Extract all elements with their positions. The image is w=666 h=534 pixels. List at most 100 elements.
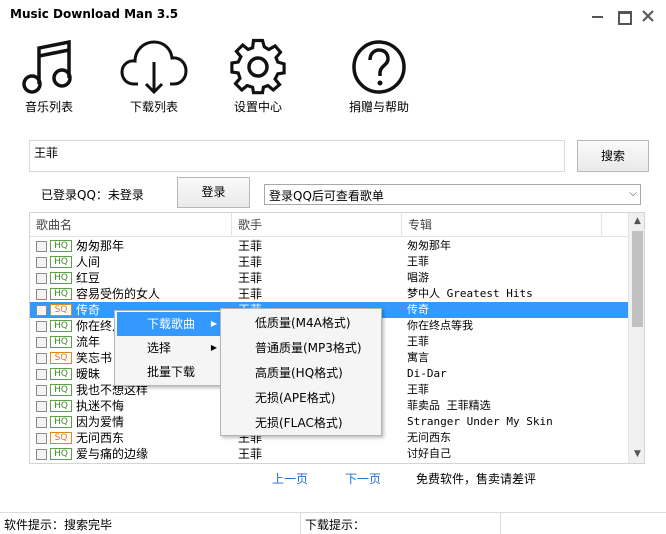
album-name: 你在终点等我 — [407, 319, 473, 332]
list-header: 歌曲名 歌手 专辑 — [30, 213, 628, 237]
album-name: 讨好自己 — [407, 447, 451, 460]
settings-label: 设置中心 — [233, 100, 282, 114]
scroll-down-icon[interactable]: ▼ — [629, 446, 644, 463]
help-label: 捐赠与帮助 — [348, 100, 409, 114]
song-name: 无问西东 — [76, 431, 125, 445]
menu-item-select[interactable]: 选择 ▶ — [117, 336, 225, 360]
download-status: 下载提示： — [305, 518, 366, 532]
row-checkbox[interactable] — [36, 305, 47, 316]
row-checkbox[interactable] — [36, 401, 47, 412]
table-row[interactable]: HQ 人间 王菲 王菲 — [30, 254, 628, 270]
prev-page-link[interactable]: 上一页 — [272, 470, 308, 487]
artist-name: 王菲 — [238, 462, 398, 463]
menu-item-label: 选择 — [147, 341, 172, 355]
song-name: 红豆 — [76, 271, 101, 285]
album-name: 王菲 — [407, 335, 429, 348]
album-name: 寓言 — [407, 351, 429, 364]
search-input[interactable]: 王菲 — [29, 140, 565, 172]
maximize-button[interactable] — [614, 6, 634, 26]
help-button[interactable]: 捐赠与帮助 — [346, 38, 412, 115]
quality-badge: HQ — [50, 384, 72, 396]
album-name: Di-Dar — [407, 367, 447, 380]
artist-name: 王菲 — [238, 255, 263, 269]
download-list-button[interactable]: 下载列表 — [118, 38, 190, 115]
status-divider — [300, 513, 301, 534]
table-row[interactable]: HQ 爱与痛的边缘 王菲 讨好自己 — [30, 446, 628, 462]
row-checkbox[interactable] — [36, 385, 47, 396]
album-name: Stranger Under My Skin — [407, 415, 553, 428]
submenu-item-mp3[interactable]: 普通质量(MP3格式) — [223, 336, 379, 360]
artist-name: 王菲 — [238, 271, 263, 285]
row-checkbox[interactable] — [36, 353, 47, 364]
quality-badge: HQ — [50, 240, 72, 252]
quality-badge: HQ — [50, 400, 72, 412]
column-header-song[interactable]: 歌曲名 — [30, 213, 232, 237]
album-name: 菲卖品 王菲精选 — [407, 399, 491, 412]
row-checkbox[interactable] — [36, 417, 47, 428]
minimize-button[interactable] — [588, 6, 608, 26]
menu-item-batch-download[interactable]: 批量下载 — [117, 360, 225, 384]
quality-badge: SQ — [50, 304, 72, 316]
row-checkbox[interactable] — [36, 449, 47, 460]
submenu-arrow-icon: ▶ — [210, 343, 217, 352]
artist-name: 王菲 — [238, 239, 263, 253]
music-list-label: 音乐列表 — [24, 100, 73, 114]
next-page-link[interactable]: 下一页 — [345, 470, 381, 487]
song-name: 因为爱情 — [76, 415, 125, 429]
quality-badge: HQ — [50, 336, 72, 348]
column-header-album[interactable]: 专辑 — [402, 213, 602, 237]
chevron-down-icon: ⌵ — [629, 188, 637, 199]
row-checkbox[interactable] — [36, 289, 47, 300]
playlist-select[interactable]: 登录QQ后可查看歌单 ⌵ — [264, 184, 641, 205]
free-software-note: 免费软件，售卖请差评 — [416, 472, 537, 486]
column-header-artist[interactable]: 歌手 — [232, 213, 402, 237]
quality-badge: HQ — [50, 256, 72, 268]
cloud-download-icon — [120, 40, 188, 95]
login-button[interactable]: 登录 — [177, 177, 250, 208]
music-list-button[interactable]: 音乐列表 — [20, 38, 78, 115]
table-row[interactable]: HQ 匆匆那年 王菲 匆匆那年 — [30, 238, 628, 254]
question-icon — [352, 40, 406, 94]
submenu-item-m4a[interactable]: 低质量(M4A格式) — [223, 311, 379, 335]
artist-name: 王菲 — [238, 287, 263, 301]
submenu-item-flac[interactable]: 无损(FLAC格式) — [223, 411, 379, 435]
album-name: 唱游 — [407, 271, 429, 284]
album-name: 匆匆那年 — [407, 239, 451, 252]
software-status: 软件提示：搜索完毕 — [4, 518, 113, 532]
close-button[interactable] — [638, 6, 658, 26]
menu-item-download-song[interactable]: 下载歌曲 ▶ — [117, 312, 225, 336]
row-checkbox[interactable] — [36, 337, 47, 348]
scroll-up-icon[interactable]: ▲ — [629, 213, 644, 230]
submenu-item-hq[interactable]: 高质量(HQ格式) — [223, 361, 379, 385]
menu-item-label: 下载歌曲 — [147, 317, 196, 331]
submenu-item-ape[interactable]: 无损(APE格式) — [223, 386, 379, 410]
table-row[interactable]: HQ 容易受伤的女人 王菲 梦中人 Greatest Hits — [30, 286, 628, 302]
row-checkbox[interactable] — [36, 369, 47, 380]
search-button[interactable]: 搜索 — [577, 140, 649, 172]
table-row[interactable]: HQ...王菲... — [30, 462, 628, 463]
quality-badge: HQ — [50, 448, 72, 460]
row-checkbox[interactable] — [36, 433, 47, 444]
quality-badge: SQ — [50, 352, 72, 364]
close-icon — [642, 10, 654, 22]
settings-button[interactable]: 设置中心 — [228, 38, 288, 115]
album-name: ... — [407, 462, 627, 463]
song-name: 人间 — [76, 255, 101, 269]
row-checkbox[interactable] — [36, 257, 47, 268]
login-status: 已登录QQ：未登录 — [41, 188, 144, 202]
row-checkbox[interactable] — [36, 273, 47, 284]
submenu-arrow-icon: ▶ — [210, 319, 217, 328]
album-name: 王菲 — [407, 383, 429, 396]
scroll-thumb[interactable] — [632, 231, 643, 327]
row-checkbox[interactable] — [36, 241, 47, 252]
row-checkbox[interactable] — [36, 321, 47, 332]
album-name: 王菲 — [407, 255, 429, 268]
vertical-scrollbar[interactable]: ▲ ▼ — [628, 213, 644, 463]
album-name: 无问西东 — [407, 431, 451, 444]
album-name: 梦中人 Greatest Hits — [407, 287, 533, 300]
artist-name: 王菲 — [238, 447, 263, 461]
table-row[interactable]: HQ 红豆 王菲 唱游 — [30, 270, 628, 286]
context-menu: 下载歌曲 ▶ 选择 ▶ 批量下载 — [114, 310, 228, 386]
song-name: 容易受伤的女人 — [76, 287, 161, 301]
album-name: 传奇 — [407, 303, 429, 316]
